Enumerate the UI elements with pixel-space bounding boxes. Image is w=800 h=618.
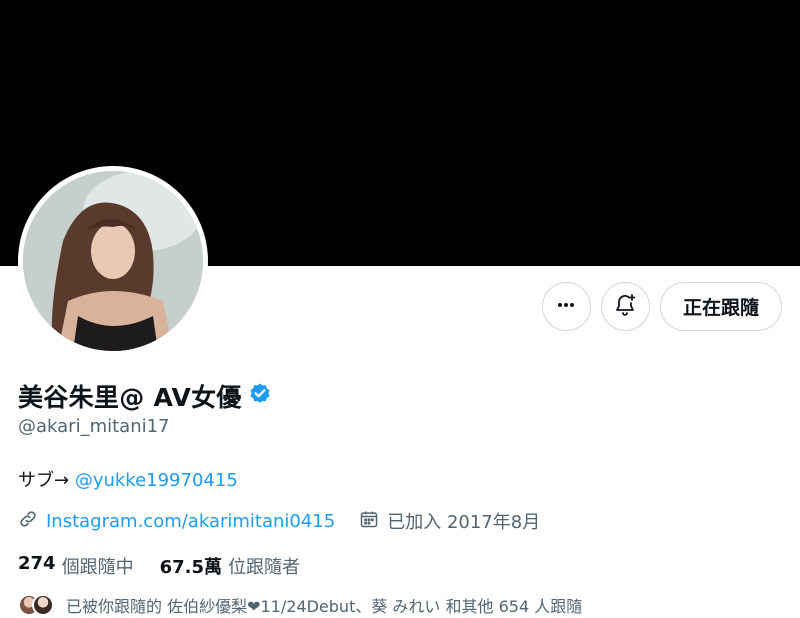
calendar-icon: [359, 509, 379, 534]
website-link[interactable]: Instagram.com/akarimitani0415: [46, 511, 335, 532]
following-label: 個跟隨中: [61, 557, 134, 578]
joined-date: 已加入 2017年8月: [387, 512, 541, 533]
profile-meta: Instagram.com/akarimitani0415 已加入 2017年8…: [18, 508, 540, 534]
following-count: 274: [18, 553, 56, 574]
followed-by-text: 已被你跟隨的 佐伯紗優梨❤11/24Debut、葵 みれい 和其他 654 人跟…: [66, 597, 583, 616]
following-button[interactable]: 正在跟隨: [659, 282, 782, 331]
mutual-avatars: [18, 594, 54, 616]
profile-bio: サブ→ @yukke19970415: [18, 466, 238, 492]
followers-count: 67.5萬: [159, 557, 222, 578]
notify-button[interactable]: [600, 282, 650, 331]
bell-plus-icon: [613, 293, 637, 321]
profile-actions: 正在跟隨: [541, 282, 782, 331]
followers-label: 位跟隨者: [228, 557, 300, 578]
profile-stats: 274 個跟隨中 67.5萬 位跟隨者: [18, 553, 300, 579]
profile-page: 正在跟隨 美谷朱里@ AV女優 @akari_mitani17 サブ→ @yuk…: [0, 0, 800, 618]
followers-stat[interactable]: 67.5萬 位跟隨者: [160, 553, 300, 579]
bio-text: サブ→: [18, 470, 75, 491]
profile-name-row: 美谷朱里@ AV女優: [18, 378, 272, 414]
display-name: 美谷朱里@ AV女優: [18, 383, 242, 412]
more-button[interactable]: [541, 282, 591, 331]
verified-badge-icon[interactable]: [248, 382, 272, 410]
more-horizontal-icon: [556, 295, 576, 319]
profile-avatar[interactable]: [18, 166, 208, 356]
link-icon: [18, 509, 38, 534]
following-stat[interactable]: 274 個跟隨中: [18, 553, 134, 579]
profile-handle: @akari_mitani17: [18, 416, 170, 437]
followers-you-know[interactable]: 已被你跟隨的 佐伯紗優梨❤11/24Debut、葵 みれい 和其他 654 人跟…: [18, 593, 582, 617]
avatar-photo: [23, 171, 203, 351]
mutual-avatar: [32, 594, 54, 616]
website-item: Instagram.com/akarimitani0415: [18, 509, 335, 534]
bio-mention-link[interactable]: @yukke19970415: [75, 470, 238, 491]
joined-item: 已加入 2017年8月: [359, 508, 540, 534]
